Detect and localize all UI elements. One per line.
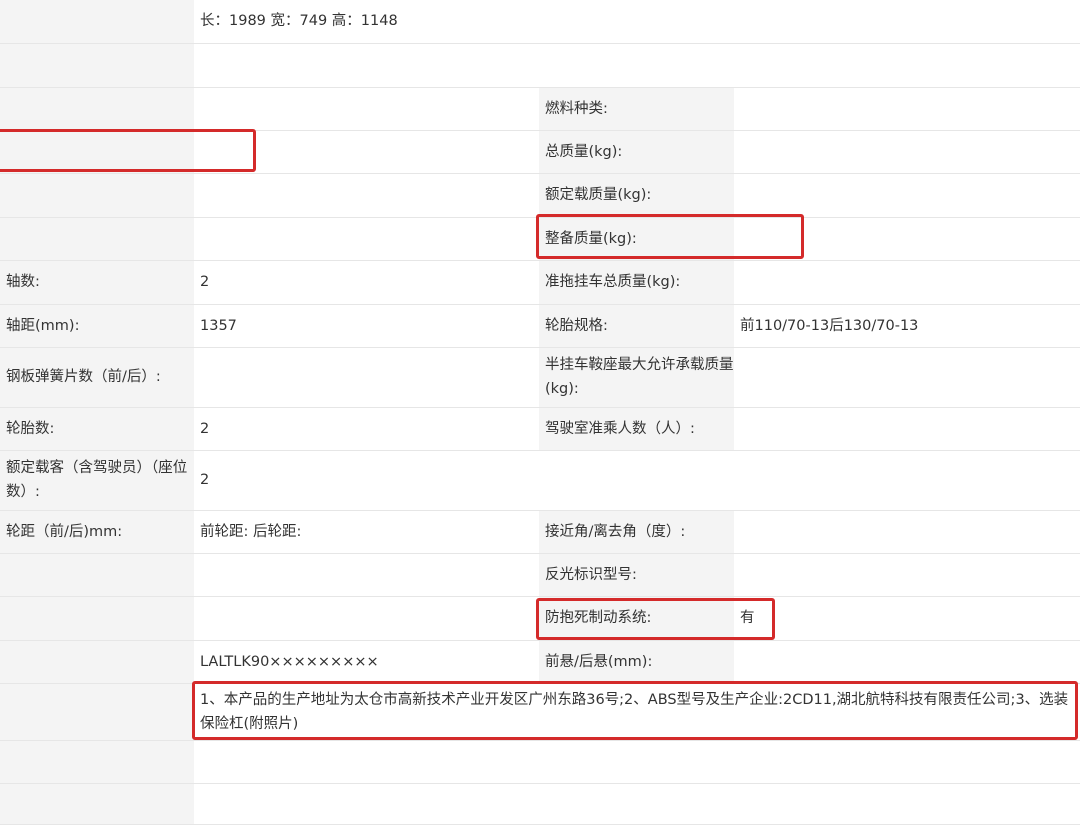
- total-mass-label: 总质量(kg):: [539, 130, 734, 174]
- angles-label: 接近角/离去角（度）:: [539, 510, 734, 554]
- table-row: 额定载质量(kg):: [0, 173, 1080, 218]
- spec-table: 长：1989 宽：749 高：1148 燃料种类: 总质量(kg): 额定载质量…: [0, 0, 1080, 825]
- label-cell-blank: [0, 0, 194, 44]
- reflector-label: 反光标识型号:: [539, 553, 734, 597]
- label-cell-blank: [0, 43, 194, 88]
- vin-value: LALTLK90×××××××××: [194, 640, 539, 684]
- table-row: 反光标识型号:: [0, 553, 1080, 597]
- cab-passengers-value: [734, 407, 1080, 451]
- overhang-value: [734, 640, 1080, 684]
- saddle-load-label: 半挂车鞍座最大允许承载质量(kg):: [539, 347, 734, 408]
- value-cell-blank: [194, 173, 539, 218]
- notes-value: 1、本产品的生产地址为太仓市高新技术产业开发区广州东路36号;2、ABS型号及生…: [194, 683, 1080, 741]
- table-row: [0, 43, 1080, 88]
- fuel-value: [734, 87, 1080, 131]
- table-row: 轮胎数: 2 驾驶室准乘人数（人）:: [0, 407, 1080, 451]
- value-cell-blank: [194, 740, 1080, 784]
- tire-spec-value: 前110/70-13后130/70-13: [734, 304, 1080, 348]
- fuel-label: 燃料种类:: [539, 87, 734, 131]
- total-mass-value: [734, 130, 1080, 174]
- value-cell-blank: [194, 596, 539, 641]
- value-cell-blank: [194, 87, 539, 131]
- rated-load-label: 额定载质量(kg):: [539, 173, 734, 218]
- tires-value: 2: [194, 407, 539, 451]
- table-row: 1、本产品的生产地址为太仓市高新技术产业开发区广州东路36号;2、ABS型号及生…: [0, 683, 1080, 741]
- label-cell-blank: [0, 173, 194, 218]
- label-cell-blank: [0, 217, 194, 261]
- table-row: [0, 783, 1080, 825]
- value-cell-blank: [194, 783, 1080, 825]
- table-row: 轮距（前/后)mm: 前轮距: 后轮距: 接近角/离去角（度）:: [0, 510, 1080, 554]
- track-value: 前轮距: 后轮距:: [194, 510, 539, 554]
- tires-label: 轮胎数:: [0, 407, 194, 451]
- abs-value: 有: [734, 596, 1080, 641]
- angles-value: [734, 510, 1080, 554]
- reflector-value: [734, 553, 1080, 597]
- rated-load-value: [734, 173, 1080, 218]
- cab-passengers-label: 驾驶室准乘人数（人）:: [539, 407, 734, 451]
- blurred-label-cell: [0, 130, 194, 174]
- tire-spec-label: 轮胎规格:: [539, 304, 734, 348]
- table-row: 总质量(kg):: [0, 130, 1080, 174]
- table-row: LALTLK90××××××××× 前悬/后悬(mm):: [0, 640, 1080, 684]
- wheelbase-label: 轴距(mm):: [0, 304, 194, 348]
- curb-weight-label: 整备质量(kg):: [539, 217, 734, 261]
- label-cell-blank: [0, 683, 194, 741]
- overhang-label: 前悬/后悬(mm):: [539, 640, 734, 684]
- label-cell-blank: [0, 87, 194, 131]
- label-cell-blank: [0, 740, 194, 784]
- curb-weight-value: [734, 217, 1080, 261]
- axles-label: 轴数:: [0, 260, 194, 305]
- wheelbase-value: 1357: [194, 304, 539, 348]
- value-cell-blank: [194, 553, 539, 597]
- table-row: 燃料种类:: [0, 87, 1080, 131]
- value-cell-blank: [194, 130, 539, 174]
- trailer-mass-value: [734, 260, 1080, 305]
- table-row: 轴数: 2 准拖挂车总质量(kg):: [0, 260, 1080, 305]
- leaf-springs-value: [194, 347, 539, 408]
- saddle-load-value: [734, 347, 1080, 408]
- label-cell-blank: [0, 783, 194, 825]
- axles-value: 2: [194, 260, 539, 305]
- passengers-value: 2: [194, 450, 1080, 511]
- table-row: 额定载客（含驾驶员）（座位数）: 2: [0, 450, 1080, 511]
- abs-label: 防抱死制动系统:: [539, 596, 734, 641]
- table-row: 轴距(mm): 1357 轮胎规格: 前110/70-13后130/70-13: [0, 304, 1080, 348]
- value-cell-blank: [194, 217, 539, 261]
- label-cell-blank: [0, 640, 194, 684]
- table-row: 钢板弹簧片数（前/后）: 半挂车鞍座最大允许承载质量(kg):: [0, 347, 1080, 408]
- trailer-mass-label: 准拖挂车总质量(kg):: [539, 260, 734, 305]
- table-row: 防抱死制动系统: 有: [0, 596, 1080, 641]
- leaf-springs-label: 钢板弹簧片数（前/后）:: [0, 347, 194, 408]
- table-row: [0, 740, 1080, 784]
- table-row: 整备质量(kg):: [0, 217, 1080, 261]
- passengers-label: 额定载客（含驾驶员）（座位数）:: [0, 450, 194, 511]
- value-cell-blank: [194, 43, 1080, 88]
- table-row: 长：1989 宽：749 高：1148: [0, 0, 1080, 44]
- dimensions-value: 长：1989 宽：749 高：1148: [194, 0, 1080, 44]
- label-cell-blank: [0, 553, 194, 597]
- label-cell-blank: [0, 596, 194, 641]
- track-label: 轮距（前/后)mm:: [0, 510, 194, 554]
